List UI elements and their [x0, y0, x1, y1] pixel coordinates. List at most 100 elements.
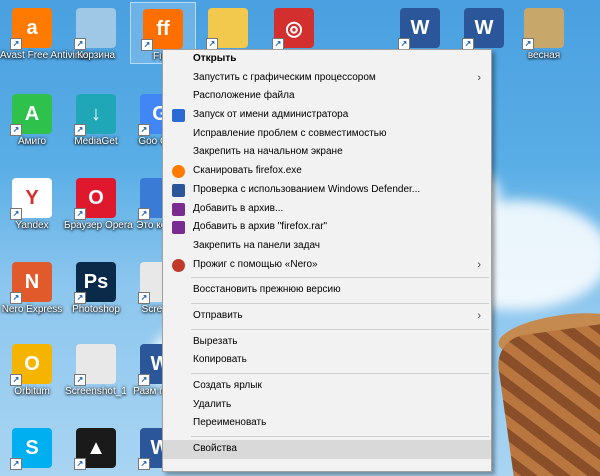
mediaget-icon: ↓ ↗	[74, 94, 116, 136]
desktop-icon-app[interactable]: ▲ ↗	[64, 422, 128, 470]
menu-item-label: Закрепить на начальном экране	[193, 146, 343, 158]
shortcut-arrow-icon: ↗	[74, 292, 86, 304]
shortcut-arrow-icon: ↗	[10, 374, 22, 386]
desktop-icon-label: Амиго	[17, 136, 47, 147]
desktop-icon-word-doc[interactable]: W ↗	[388, 2, 452, 50]
desktop-icon-word-doc[interactable]: W ↗	[452, 2, 516, 50]
menu-separator	[191, 436, 489, 438]
recycle-bin-icon: ↗	[74, 8, 116, 50]
shortcut-arrow-icon: ↗	[10, 38, 22, 50]
ice-cream-cone	[494, 322, 600, 476]
menu-separator	[191, 328, 489, 330]
avast-icon	[172, 165, 185, 179]
menu-item[interactable]: Запуск от имени администратора	[163, 106, 491, 125]
icon-glyph: ff	[156, 17, 170, 40]
desktop-icon-amigo[interactable]: A ↗ Амиго	[0, 88, 64, 148]
menu-item[interactable]: Переименовать	[163, 414, 491, 433]
word-doc-icon: W ↗	[462, 8, 504, 50]
menu-item[interactable]: Отправить ›	[163, 307, 491, 326]
opera-icon: O ↗	[74, 178, 116, 220]
image-file-icon: ↗	[74, 344, 116, 386]
shortcut-arrow-icon: ↗	[138, 124, 150, 136]
menu-separator	[191, 373, 489, 374]
menu-item[interactable]: Свойства	[163, 440, 491, 459]
menu-item[interactable]: Восстановить прежнюю версию	[163, 281, 491, 300]
menu-item[interactable]: Копировать	[163, 351, 491, 370]
desktop-icon-label: Yandex	[15, 220, 49, 231]
shortcut-arrow-icon: ↗	[74, 208, 86, 220]
shortcut-arrow-icon: ↗	[138, 458, 150, 470]
menu-item-label: Закрепить на панели задач	[193, 239, 320, 251]
desktop-icon-folder[interactable]: ↗	[196, 2, 260, 50]
yandex-icon: Y ↗	[10, 178, 52, 220]
menu-item-label: Вырезать	[193, 335, 238, 347]
shortcut-arrow-icon: ↗	[10, 124, 22, 136]
desktop-icon-label: Photoshop	[72, 304, 120, 315]
menu-item[interactable]: Сканировать firefox.exe	[163, 162, 491, 181]
desktop-icon-recycle-bin[interactable]: ↗ Корзина	[64, 2, 128, 62]
desktop-icon-photoshop[interactable]: Ps ↗ Photoshop	[64, 256, 128, 316]
menu-item[interactable]: Удалить	[163, 396, 491, 415]
shortcut-arrow-icon: ↗	[10, 458, 22, 470]
photoshop-icon: Ps ↗	[74, 262, 116, 304]
menu-item[interactable]: Открыть	[163, 50, 491, 69]
desktop-icon-avast[interactable]: a ↗ Avast Free Antivirus	[0, 2, 89, 62]
icon-glyph: O	[24, 352, 40, 375]
shortcut-arrow-icon: ↗	[10, 292, 22, 304]
desktop-icon-label: Nero Express	[1, 304, 63, 315]
triangle-app-icon: ▲ ↗	[74, 428, 116, 470]
desktop-icon-nero-express[interactable]: N ↗ Nero Express	[0, 256, 64, 316]
menu-item-label: Проверка с использованием Windows Defend…	[193, 183, 421, 195]
desktop-icon-skype[interactable]: S ↗	[0, 422, 64, 470]
menu-item[interactable]: Запустить с графическим процессором ›	[163, 69, 491, 88]
shortcut-arrow-icon: ↗	[74, 458, 86, 470]
menu-separator	[191, 277, 489, 279]
context-menu: Открыть Запустить с графическим процессор…	[162, 49, 492, 472]
desktop-icon-opera[interactable]: O ↗ Браузер Opera	[64, 172, 133, 232]
icon-glyph: N	[24, 270, 40, 293]
menu-item[interactable]: Проверка с использованием Windows Defend…	[163, 181, 491, 200]
menu-item-label: Расположение файла	[193, 90, 295, 102]
shield-icon	[172, 109, 185, 123]
menu-item-label: Создать ярлык	[193, 380, 262, 391]
defender-icon	[172, 183, 185, 197]
menu-item-label: Переименовать	[193, 417, 267, 429]
menu-item[interactable]: Исправление проблем с совместимостью	[163, 125, 491, 144]
shortcut-arrow-icon: ↗	[138, 208, 150, 220]
winrar-icon	[172, 202, 185, 216]
desktop-icon-label: весная	[527, 50, 561, 61]
menu-item[interactable]: Закрепить на панели задач	[163, 237, 491, 256]
shortcut-arrow-icon: ↗	[10, 208, 22, 220]
winrar-icon	[172, 221, 185, 235]
shortcut-arrow-icon: ↗	[74, 38, 86, 50]
nero-icon: N ↗	[10, 262, 52, 304]
desktop-icon-mediaget[interactable]: ↓ ↗ MediaGet	[64, 88, 128, 148]
menu-item-label: Копировать	[193, 354, 247, 366]
menu-item-label: Добавить в архив "firefox.rar"	[193, 221, 328, 233]
icon-glyph: a	[26, 16, 38, 39]
icon-glyph: ◎	[285, 17, 303, 40]
menu-item[interactable]: Добавить в архив...	[163, 200, 491, 219]
menu-item[interactable]: Создать ярлык	[163, 377, 491, 396]
icon-glyph: ↓	[91, 102, 101, 125]
menu-item-label: Запустить с графическим процессором	[193, 71, 376, 83]
desktop-icon-label: Avast Free Antivirus	[0, 50, 89, 61]
desktop-icon-camera-app[interactable]: ◎ ↗	[262, 2, 326, 50]
menu-item-label: Открыть	[193, 53, 237, 64]
desktop-icon-screenshot-1[interactable]: ↗ Screenshot_1	[64, 338, 128, 398]
desktop-icon-label: Корзина	[76, 50, 116, 61]
desktop-icon-orbitum[interactable]: O ↗ Orbitum	[0, 338, 64, 398]
desktop-icon-label: Orbitum	[14, 386, 50, 397]
menu-item[interactable]: Расположение файла	[163, 87, 491, 106]
camera-icon: ◎ ↗	[272, 8, 314, 50]
menu-separator	[191, 302, 489, 304]
menu-item[interactable]: Закрепить на начальном экране	[163, 143, 491, 162]
menu-item-label: Сканировать firefox.exe	[193, 165, 302, 177]
desktop-icon-yandex[interactable]: Y ↗ Yandex	[0, 172, 64, 232]
nero-icon	[172, 258, 185, 272]
menu-item[interactable]: Прожиг с помощью «Nero» ›	[163, 256, 491, 275]
menu-item[interactable]: Добавить в архив "firefox.rar"	[163, 218, 491, 237]
menu-item[interactable]: Вырезать	[163, 333, 491, 352]
menu-item-label: Прожиг с помощью «Nero»	[193, 258, 318, 270]
desktop-icon-vesnaya[interactable]: ↗ весная	[512, 2, 576, 62]
